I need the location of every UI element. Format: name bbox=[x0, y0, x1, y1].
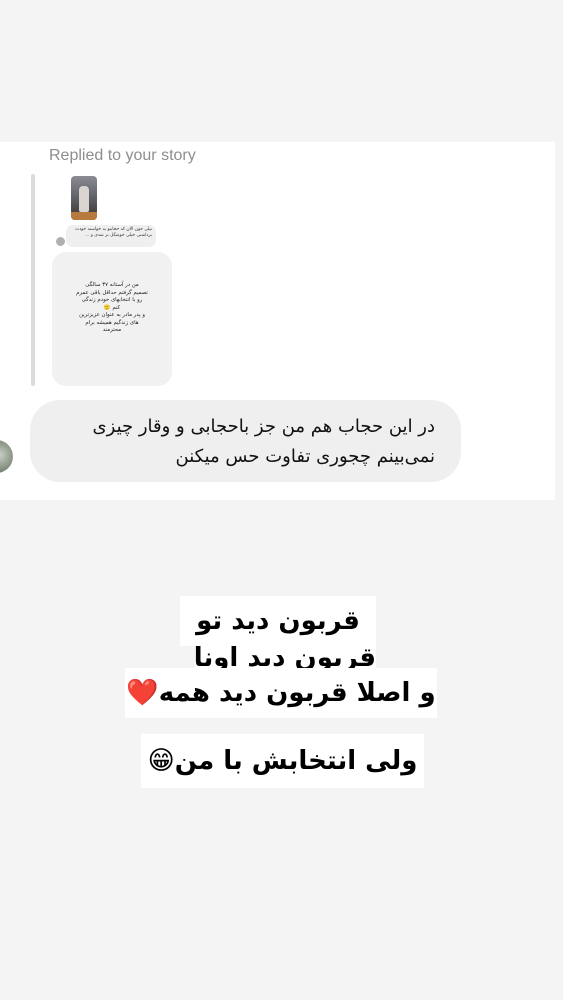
story-person-figure bbox=[79, 186, 89, 212]
message-bubble[interactable]: در این حجاب هم من جز باحجابی و وقار چیزی… bbox=[30, 400, 461, 482]
story-card-line: محترمند bbox=[102, 327, 122, 333]
caption-line-3-text: و اصلا قربون دید همه bbox=[158, 678, 436, 708]
story-card-line: من در آستانه ۳۷ سالگی bbox=[85, 282, 139, 288]
story-card-line: رو با انتخابهای خودم زندگی bbox=[81, 297, 143, 303]
story-card-line: کنم 🙂 bbox=[103, 304, 121, 311]
message-line: در این حجاب هم من جز باحجابی و وقار چیزی bbox=[92, 416, 435, 437]
reply-quote-bar bbox=[31, 174, 35, 386]
story-floor bbox=[71, 212, 97, 220]
story-thumbnail[interactable] bbox=[71, 176, 97, 220]
caption-line-4-text: ولی انتخابش با من bbox=[174, 746, 418, 776]
message-line: نمی‌بینم چجوری تفاوت حس میکنن bbox=[175, 446, 435, 467]
mini-avatar bbox=[55, 236, 66, 247]
grin-emoji-icon: 😁 bbox=[147, 746, 175, 776]
story-card-line: های زندگیم همیشه برام bbox=[85, 319, 139, 326]
replied-to-story-label: Replied to your story bbox=[49, 147, 196, 164]
caption-line-4: ولی انتخابش با من😁 bbox=[141, 734, 424, 788]
caption-line-3: و اصلا قربون دید همه❤️ bbox=[125, 668, 437, 718]
story-text-card[interactable]: من در آستانه ۳۷ سالگی تصمیم گرفتم حداقل … bbox=[52, 252, 172, 386]
heart-icon: ❤️ bbox=[126, 678, 159, 708]
story-card-line: تصمیم گرفتم حداقل باقی عمرم bbox=[76, 289, 148, 296]
story-card-line: و پدر مادر به عنوان عزیزترین bbox=[79, 312, 145, 318]
story-reply-mini-message: نیلی جون الان که حجابتو به خواسته خودت ب… bbox=[66, 225, 156, 247]
